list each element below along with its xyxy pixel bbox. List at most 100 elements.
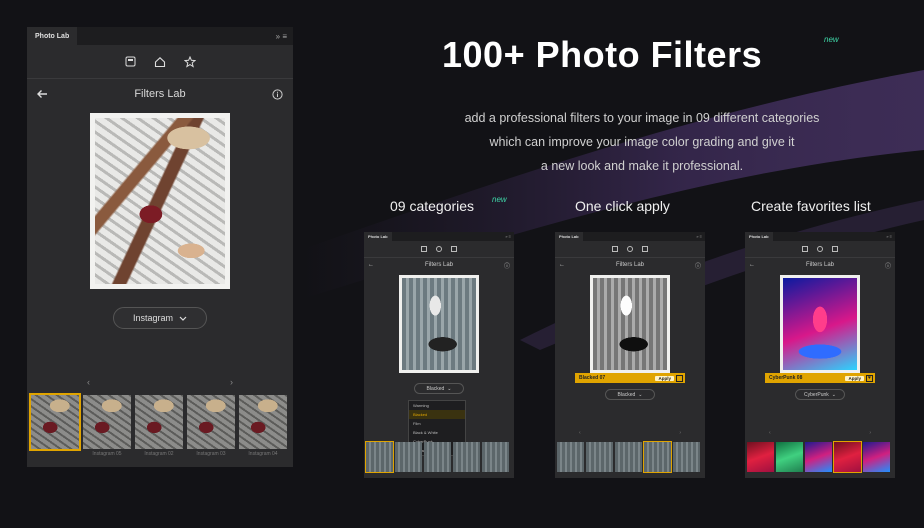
new-badge: new [824, 35, 839, 44]
mini-panel-one-click: Photo Lab » ≡ ← Filters Lab ⓘ Blacked 07 Ap… [555, 232, 705, 478]
star-icon[interactable] [183, 55, 197, 69]
apply-bar: CyberPunk 08 Apply ♥ [765, 373, 875, 383]
category-dropdown[interactable]: CyberPunk ⌄ [795, 389, 845, 400]
home-icon[interactable] [627, 246, 633, 252]
dropdown-option[interactable]: Black & White [409, 428, 465, 437]
back-arrow-icon[interactable]: ← [559, 262, 565, 268]
panel-tabbar: Photo Lab » ≡ [27, 27, 293, 45]
filter-thumb[interactable]: Instagram 02 [135, 395, 183, 457]
home-icon[interactable] [153, 55, 167, 69]
filter-thumb-label: Instagram 04 [248, 451, 278, 457]
filter-thumb[interactable] [395, 442, 422, 472]
panel-toolbar [555, 241, 705, 258]
category-dropdown[interactable]: Blacked ⌄ [414, 383, 464, 394]
save-icon[interactable] [123, 55, 137, 69]
filter-name: Blacked 07 [579, 375, 606, 381]
star-icon[interactable] [451, 246, 457, 252]
filter-thumbnails [557, 441, 700, 473]
home-icon[interactable] [817, 246, 823, 252]
feature-categories: 09 categories [390, 198, 475, 214]
dropdown-option[interactable]: Warming [409, 401, 465, 410]
chevron-left-icon[interactable]: ‹ [579, 430, 581, 436]
filter-thumb[interactable] [776, 442, 803, 472]
filter-thumb[interactable] [643, 441, 672, 473]
info-icon[interactable]: ⓘ [504, 261, 510, 270]
new-badge: new [492, 195, 507, 204]
filter-thumb[interactable]: Instagram 05 [83, 395, 131, 457]
preview-photo [95, 118, 225, 284]
panel-menu[interactable]: » ≡ [886, 234, 895, 239]
filter-thumb[interactable] [557, 442, 584, 472]
apply-button[interactable]: Apply [655, 375, 674, 381]
panel-header: Filters Lab [27, 79, 293, 109]
back-arrow-icon[interactable] [35, 87, 49, 101]
filter-thumbnails [365, 441, 509, 473]
info-icon[interactable] [271, 87, 285, 101]
apply-button[interactable]: Apply [845, 375, 864, 381]
chevron-left-icon[interactable]: ‹ [769, 430, 771, 436]
filter-thumb[interactable] [365, 441, 394, 473]
mini-panel-favorites: Photo Lab » ≡ ← Filters Lab ⓘ CyberPunk 08 … [745, 232, 895, 478]
filter-thumb[interactable] [863, 442, 890, 472]
star-icon[interactable] [642, 246, 648, 252]
save-icon[interactable] [612, 246, 618, 252]
save-icon[interactable] [802, 246, 808, 252]
preview-image [780, 275, 860, 373]
filter-thumb[interactable] [747, 442, 774, 472]
panel-menu[interactable]: » ≡ [696, 234, 705, 239]
chevron-right-icon[interactable]: › [869, 430, 871, 436]
mini-panel-categories: Photo Lab » ≡ ← Filters Lab ⓘ Blacked ⌄ Warm… [364, 232, 514, 478]
panel-toolbar [364, 241, 514, 258]
tab-photo-lab[interactable]: Photo Lab [555, 232, 583, 241]
panel-menu[interactable]: » ≡ [505, 234, 514, 239]
filter-thumb[interactable] [673, 442, 700, 472]
chevron-down-icon [179, 316, 187, 321]
tab-photo-lab[interactable]: Photo Lab [745, 232, 773, 241]
filter-name: CyberPunk 08 [769, 375, 803, 381]
preview-image [399, 275, 479, 373]
chevron-left-icon[interactable]: ‹ [87, 377, 90, 387]
filter-thumb[interactable]: Instagram 04 [239, 395, 287, 457]
filter-thumbnails: Instagram 05 Instagram 02 Instagram 03 I… [29, 393, 287, 457]
hero-description-line: which can improve your image color gradi… [489, 135, 795, 149]
info-icon[interactable]: ⓘ [885, 261, 891, 270]
thumb-strip-nav: ‹ › [555, 430, 705, 436]
hero-description-line: add a professional filters to your image… [464, 111, 820, 125]
panel-menu[interactable]: » ≡ [276, 32, 287, 41]
filter-thumb[interactable] [424, 442, 451, 472]
chevron-right-icon[interactable]: › [230, 377, 233, 387]
chevron-down-icon: ⌄ [638, 391, 643, 398]
feature-favorites: Create favorites list [751, 198, 871, 214]
chevron-right-icon[interactable]: › [679, 430, 681, 436]
dropdown-option[interactable]: Film [409, 419, 465, 428]
hero-description: add a professional filters to your image… [400, 106, 884, 178]
home-icon[interactable] [436, 246, 442, 252]
dropdown-option-selected[interactable]: Blacked [409, 410, 465, 419]
feature-one-click: One click apply [575, 198, 670, 214]
filter-thumb[interactable]: Instagram 03 [187, 395, 235, 457]
page-title: Filters Lab [424, 262, 453, 268]
filter-thumb[interactable] [586, 442, 613, 472]
hero-description-line: a new look and make it professional. [540, 159, 744, 173]
save-icon[interactable] [421, 246, 427, 252]
filter-thumb[interactable] [615, 442, 642, 472]
filter-thumb[interactable] [29, 393, 81, 457]
tab-photo-lab[interactable]: Photo Lab [27, 27, 78, 45]
filter-thumb-label: Instagram 03 [196, 451, 226, 457]
filter-thumb[interactable] [833, 441, 862, 473]
star-icon[interactable] [832, 246, 838, 252]
heart-icon[interactable] [676, 374, 683, 382]
filter-thumb[interactable] [453, 442, 480, 472]
page-title: Filters Lab [805, 262, 834, 268]
page-title: Filters Lab [134, 88, 186, 100]
back-arrow-icon[interactable]: ← [749, 262, 755, 268]
filter-thumb-label: Instagram 02 [144, 451, 174, 457]
tab-photo-lab[interactable]: Photo Lab [364, 232, 392, 241]
filter-thumb[interactable] [482, 442, 509, 472]
filter-thumb[interactable] [805, 442, 832, 472]
heart-icon[interactable]: ♥ [866, 374, 873, 382]
info-icon[interactable]: ⓘ [695, 261, 701, 270]
category-dropdown[interactable]: Instagram [113, 307, 207, 329]
category-dropdown[interactable]: Blacked ⌄ [605, 389, 655, 400]
back-arrow-icon[interactable]: ← [368, 262, 374, 268]
